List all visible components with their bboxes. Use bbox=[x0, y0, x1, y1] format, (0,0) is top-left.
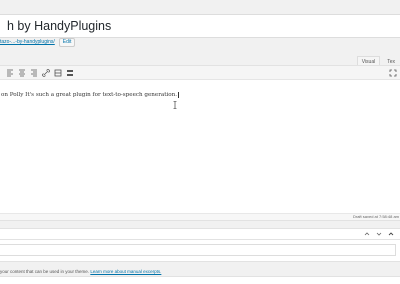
align-right-icon[interactable] bbox=[29, 68, 38, 77]
permalink-row: tazo-...-by-handyplugins/Edit bbox=[0, 37, 76, 49]
fullscreen-icon[interactable] bbox=[388, 68, 397, 77]
align-center-icon[interactable] bbox=[17, 68, 26, 77]
ibeam-cursor-icon bbox=[173, 96, 177, 109]
post-editor: on Polly It's such a great plugin for te… bbox=[0, 65, 400, 221]
excerpt-help-text: your content that can be used in your th… bbox=[0, 269, 161, 275]
next-postbox bbox=[0, 276, 400, 284]
toggle-panel-icon[interactable] bbox=[386, 230, 395, 239]
arrow-down-icon[interactable] bbox=[374, 230, 383, 239]
excerpt-postbox-header bbox=[0, 228, 400, 240]
post-title-input[interactable]: h by HandyPlugins bbox=[0, 14, 400, 38]
permalink-edit-button[interactable]: Edit bbox=[58, 38, 76, 47]
unlink-icon[interactable] bbox=[53, 68, 62, 77]
excerpt-help-link[interactable]: Learn more about manual excerpts. bbox=[90, 269, 161, 274]
toolbar-toggle-icon[interactable] bbox=[65, 68, 74, 77]
draft-saved-status: Draft saved at 7:58:48 am bbox=[352, 214, 399, 219]
text-caret bbox=[178, 91, 179, 98]
editor-toolbar bbox=[0, 66, 400, 80]
permalink-link[interactable]: tazo-...-by-handyplugins/ bbox=[0, 39, 55, 45]
excerpt-textarea[interactable] bbox=[0, 244, 396, 256]
editor-content[interactable]: on Polly It's such a great plugin for te… bbox=[0, 90, 400, 100]
align-left-icon[interactable] bbox=[5, 68, 14, 77]
excerpt-help-label: your content that can be used in your th… bbox=[0, 269, 91, 274]
arrow-up-icon[interactable] bbox=[362, 230, 371, 239]
editor-text: on Polly It's such a great plugin for te… bbox=[1, 92, 177, 98]
link-icon[interactable] bbox=[41, 68, 50, 77]
editor-statusbar: Draft saved at 7:58:48 am bbox=[0, 213, 400, 220]
